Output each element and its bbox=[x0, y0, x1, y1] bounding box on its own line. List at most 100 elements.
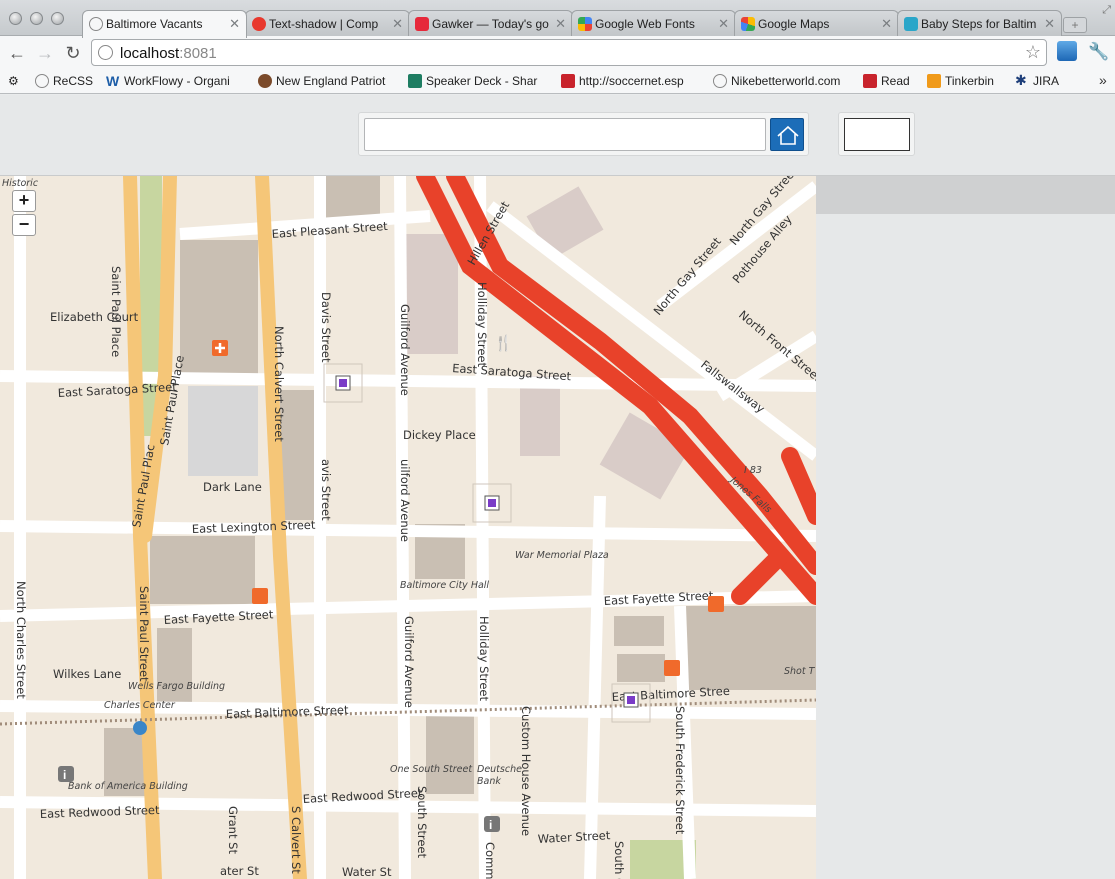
globe-icon bbox=[713, 74, 727, 88]
home-button[interactable] bbox=[770, 118, 804, 151]
bookmark-label: Nikebetterworld.com bbox=[731, 74, 841, 88]
bookmark-label: http://soccernet.esp bbox=[579, 74, 684, 88]
place-label: Baltimore City Hall bbox=[400, 580, 489, 591]
poi-icon bbox=[252, 588, 268, 604]
parking-lot bbox=[188, 386, 258, 476]
bookmark-nikebetterworld[interactable]: Nikebetterworld.com bbox=[713, 74, 840, 88]
bookmark-label: Read bbox=[881, 74, 910, 88]
bus-stop-icon bbox=[133, 721, 147, 735]
bookmark-workflowy[interactable]: W WorkFlowy - Organi bbox=[106, 74, 230, 88]
street-label: North Calvert Street bbox=[272, 326, 286, 442]
extension-icon[interactable] bbox=[1057, 41, 1077, 61]
close-tab-icon[interactable]: ✕ bbox=[718, 16, 729, 32]
bookmark-read[interactable]: Read bbox=[863, 74, 910, 88]
maps-icon bbox=[741, 17, 755, 31]
route-shield: I 83 bbox=[744, 465, 762, 476]
street-label: Saint Paul Street bbox=[137, 586, 151, 682]
tab-title: Baby Steps for Baltim bbox=[921, 17, 1037, 31]
street-label: South Street bbox=[415, 786, 429, 859]
search-input[interactable] bbox=[364, 118, 766, 151]
zoom-out-button[interactable]: − bbox=[12, 214, 36, 236]
espn-icon bbox=[561, 74, 575, 88]
tab-title: Google Maps bbox=[758, 17, 830, 31]
close-tab-icon[interactable]: ✕ bbox=[555, 16, 566, 32]
fullscreen-icon[interactable]: ⤢ bbox=[1102, 4, 1111, 17]
place-label: Bank bbox=[477, 776, 501, 787]
street-label: South Frederick Street bbox=[673, 706, 687, 835]
empty-box[interactable] bbox=[844, 118, 910, 151]
street-label: uilford Avenue bbox=[398, 459, 412, 542]
page-content: East Pleasant Street Saint Paul Place El… bbox=[0, 95, 1115, 879]
bookmark-tinkerbin[interactable]: Tinkerbin bbox=[927, 74, 994, 88]
browser-tab-strip: Baltimore Vacants ✕ Text-shadow | Comp ✕… bbox=[0, 0, 1115, 38]
poi-icon bbox=[708, 596, 724, 612]
close-tab-icon[interactable]: ✕ bbox=[229, 16, 240, 32]
bookmark-label: New England Patriot bbox=[276, 74, 386, 88]
close-window-button[interactable] bbox=[9, 12, 22, 25]
place-label: Wells Fargo Building bbox=[128, 681, 225, 692]
tab-google-web-fonts[interactable]: Google Web Fonts ✕ bbox=[571, 10, 736, 37]
street-label: Davis Street bbox=[319, 292, 333, 363]
street-label: Comm bbox=[483, 842, 497, 879]
tab-baby-steps[interactable]: Baby Steps for Baltim ✕ bbox=[897, 10, 1062, 37]
forward-icon[interactable]: → bbox=[34, 43, 56, 63]
tab-title: Text-shadow | Comp bbox=[269, 17, 379, 31]
place-label: Deutsche bbox=[477, 764, 522, 775]
svg-text:🍴: 🍴 bbox=[494, 334, 513, 352]
close-tab-icon[interactable]: ✕ bbox=[1044, 16, 1055, 32]
bookmark-speaker-deck[interactable]: Speaker Deck - Shar bbox=[408, 74, 537, 88]
more-bookmarks-chevron-icon[interactable]: » bbox=[1099, 72, 1107, 88]
bookmark-soccernet[interactable]: http://soccernet.esp bbox=[561, 74, 684, 88]
tab-text-shadow[interactable]: Text-shadow | Comp ✕ bbox=[245, 10, 410, 37]
address-bar[interactable]: localhost:8081 ☆ bbox=[91, 39, 1047, 66]
speaker-deck-icon bbox=[408, 74, 422, 88]
globe-icon bbox=[98, 45, 113, 60]
tab-baltimore-vacants[interactable]: Baltimore Vacants ✕ bbox=[82, 10, 247, 38]
reload-icon[interactable]: ↻ bbox=[62, 43, 84, 63]
gawker-icon bbox=[415, 17, 429, 31]
zoom-in-button[interactable]: + bbox=[12, 190, 36, 212]
back-icon[interactable]: ← bbox=[6, 43, 28, 63]
tab-google-maps[interactable]: Google Maps ✕ bbox=[734, 10, 899, 37]
zoom-window-button[interactable] bbox=[51, 12, 64, 25]
street-label: North Charles Street bbox=[14, 581, 28, 699]
football-icon bbox=[258, 74, 272, 88]
street-label: Holliday Street bbox=[475, 282, 489, 368]
street-label: Dickey Place bbox=[403, 428, 476, 442]
place-label: Bank of America Building bbox=[68, 781, 188, 792]
new-tab-button[interactable]: + bbox=[1063, 17, 1087, 33]
tab-title: Google Web Fonts bbox=[595, 17, 695, 31]
flame-icon bbox=[252, 17, 266, 31]
bookmark-jira[interactable]: ✱ JIRA bbox=[1015, 73, 1059, 88]
tab-title: Baltimore Vacants bbox=[106, 17, 203, 31]
bookmark-label: WorkFlowy - Organi bbox=[124, 74, 230, 88]
bookmark-label: Speaker Deck - Shar bbox=[426, 74, 538, 88]
browser-toolbar: ← → ↻ localhost:8081 ☆ 🔧 bbox=[0, 36, 1115, 70]
tab-gawker[interactable]: Gawker — Today's go ✕ bbox=[408, 10, 573, 37]
street-label: Dark Lane bbox=[203, 480, 262, 494]
secondary-panel bbox=[838, 112, 915, 156]
street-label: S Calvert St bbox=[289, 806, 303, 874]
place-label: Charles Center bbox=[104, 700, 176, 711]
sidebar-header-strip bbox=[816, 176, 1115, 214]
globe-icon bbox=[89, 17, 103, 31]
close-tab-icon[interactable]: ✕ bbox=[881, 16, 892, 32]
bookmark-star-icon[interactable]: ☆ bbox=[1025, 42, 1041, 63]
tinkerbin-icon bbox=[927, 74, 941, 88]
url-port: :8081 bbox=[179, 45, 217, 62]
map[interactable]: East Pleasant Street Saint Paul Place El… bbox=[0, 176, 816, 879]
close-tab-icon[interactable]: ✕ bbox=[392, 16, 403, 32]
google-icon bbox=[578, 17, 592, 31]
info-glyph: i bbox=[63, 768, 66, 782]
street-label: avis Street bbox=[319, 459, 333, 521]
apps-icon[interactable]: ⚙ bbox=[8, 74, 19, 88]
bookmark-recss[interactable]: ReCSS bbox=[35, 74, 93, 88]
map-canvas[interactable]: East Pleasant Street Saint Paul Place El… bbox=[0, 176, 816, 879]
bookmark-patriots[interactable]: New England Patriot bbox=[258, 74, 385, 88]
place-label: Shot T bbox=[784, 666, 816, 677]
street-label: Grant St bbox=[226, 806, 240, 854]
home-icon bbox=[777, 125, 799, 145]
wrench-icon[interactable]: 🔧 bbox=[1088, 42, 1109, 62]
minimize-window-button[interactable] bbox=[30, 12, 43, 25]
restaurant-icon: 🍴 bbox=[494, 334, 513, 352]
